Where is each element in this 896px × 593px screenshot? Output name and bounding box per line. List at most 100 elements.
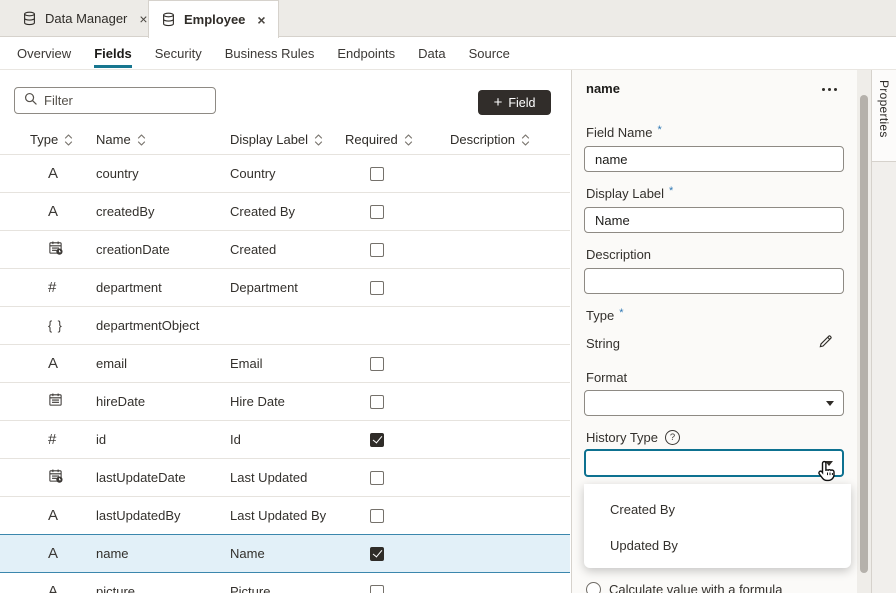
required-checkbox[interactable] xyxy=(370,205,384,219)
string-type-icon: A xyxy=(48,203,58,221)
calculate-formula-option[interactable]: Calculate value with a formula xyxy=(586,582,782,593)
nav-tab-business-rules[interactable]: Business Rules xyxy=(225,38,315,69)
sort-icon[interactable] xyxy=(64,134,73,146)
table-row[interactable]: A country Country xyxy=(0,154,570,192)
radio-icon[interactable] xyxy=(586,582,601,593)
display-label-cell: Hire Date xyxy=(230,394,345,409)
nav-tab-source[interactable]: Source xyxy=(469,38,510,69)
display-label-cell: Created By xyxy=(230,204,345,219)
window-tab-bar: Data Manager × Employee × xyxy=(0,0,896,37)
type-value: String xyxy=(586,336,620,351)
type-label: Type* xyxy=(586,308,623,323)
table-row[interactable]: creationDate Created xyxy=(0,230,570,268)
sort-icon[interactable] xyxy=(521,134,530,146)
history-type-label: History Type? xyxy=(586,430,680,445)
table-row[interactable]: hireDate Hire Date xyxy=(0,382,570,420)
table-row[interactable]: A name Name xyxy=(0,534,570,572)
database-icon xyxy=(22,11,37,26)
nav-tab-fields[interactable]: Fields xyxy=(94,38,132,69)
display-label-input[interactable] xyxy=(584,207,844,233)
table-row[interactable]: A picture Picture xyxy=(0,572,570,593)
database-icon xyxy=(161,12,176,27)
field-name-cell: country xyxy=(96,166,230,181)
history-type-dropdown: Created ByUpdated By xyxy=(584,484,851,568)
close-icon[interactable]: × xyxy=(139,12,147,26)
required-checkbox[interactable] xyxy=(370,243,384,257)
scrollbar-track[interactable] xyxy=(857,70,871,593)
help-icon[interactable]: ? xyxy=(665,430,680,445)
column-header-required: Required xyxy=(345,132,398,147)
required-checkbox[interactable] xyxy=(370,433,384,447)
date-type-icon xyxy=(48,392,63,412)
add-field-button[interactable]: + Field xyxy=(478,90,551,115)
field-name-cell: departmentObject xyxy=(96,318,230,333)
fields-panel: + Field Type Name Display Label Required… xyxy=(0,70,570,593)
table-row[interactable]: { } departmentObject xyxy=(0,306,570,344)
field-name-cell: hireDate xyxy=(96,394,230,409)
properties-strip-label: Properties xyxy=(877,80,891,161)
field-name-input[interactable] xyxy=(584,146,844,172)
display-label-label: Display Label* xyxy=(586,186,673,201)
sort-icon[interactable] xyxy=(137,134,146,146)
tab-data-manager[interactable]: Data Manager × xyxy=(10,0,160,37)
required-checkbox[interactable] xyxy=(370,357,384,371)
app-window: Data Manager × Employee × Overview Fields… xyxy=(0,0,896,593)
required-checkbox[interactable] xyxy=(370,509,384,523)
close-icon[interactable]: × xyxy=(257,13,265,27)
string-type-icon: A xyxy=(48,507,58,525)
string-type-icon: A xyxy=(48,165,58,183)
required-checkbox[interactable] xyxy=(370,585,384,593)
nav-tab-overview[interactable]: Overview xyxy=(17,38,71,69)
required-checkbox[interactable] xyxy=(370,471,384,485)
nav-tab-security[interactable]: Security xyxy=(155,38,202,69)
string-type-icon: A xyxy=(48,583,58,593)
required-checkbox[interactable] xyxy=(370,167,384,181)
required-asterisk: * xyxy=(619,307,623,319)
column-header-display-label: Display Label xyxy=(230,132,308,147)
history-type-select[interactable] xyxy=(584,449,844,477)
display-label-cell: Created xyxy=(230,242,345,257)
description-input[interactable] xyxy=(584,268,844,294)
column-header-type: Type xyxy=(30,132,58,147)
scrollbar-thumb[interactable] xyxy=(860,95,868,573)
sort-icon[interactable] xyxy=(404,134,413,146)
nav-tab-data[interactable]: Data xyxy=(418,38,445,69)
dropdown-option-created-by[interactable]: Created By xyxy=(584,491,851,527)
tab-employee[interactable]: Employee × xyxy=(148,0,279,38)
dropdown-option-updated-by[interactable]: Updated By xyxy=(584,527,851,563)
field-name-cell: creationDate xyxy=(96,242,230,257)
filter-input[interactable] xyxy=(44,93,215,108)
tab-label: Employee xyxy=(184,12,245,27)
datetime-type-icon xyxy=(48,468,63,488)
properties-title: name xyxy=(586,81,620,96)
table-row[interactable]: A createdBy Created By xyxy=(0,192,570,230)
table-row[interactable]: A email Email xyxy=(0,344,570,382)
required-checkbox[interactable] xyxy=(370,547,384,561)
nav-tab-endpoints[interactable]: Endpoints xyxy=(337,38,395,69)
required-checkbox[interactable] xyxy=(370,395,384,409)
overflow-menu-icon[interactable] xyxy=(822,88,837,91)
required-checkbox[interactable] xyxy=(370,281,384,295)
tab-label: Data Manager xyxy=(45,11,127,26)
filter-field[interactable] xyxy=(14,87,216,114)
edit-pencil-icon[interactable] xyxy=(818,334,833,354)
field-name-cell: lastUpdatedBy xyxy=(96,508,230,523)
table-row[interactable]: # id Id xyxy=(0,420,570,458)
field-name-cell: createdBy xyxy=(96,204,230,219)
format-select[interactable] xyxy=(584,390,844,416)
string-type-icon: A xyxy=(48,545,58,563)
field-name-cell: lastUpdateDate xyxy=(96,470,230,485)
sort-icon[interactable] xyxy=(314,134,323,146)
column-header-description: Description xyxy=(450,132,515,147)
display-label-cell: Last Updated By xyxy=(230,508,345,523)
table-row[interactable]: # department Department xyxy=(0,268,570,306)
table-row[interactable]: lastUpdateDate Last Updated xyxy=(0,458,570,496)
required-asterisk: * xyxy=(657,124,661,136)
table-row[interactable]: A lastUpdatedBy Last Updated By xyxy=(0,496,570,534)
format-label: Format xyxy=(586,370,627,385)
field-name-cell: picture xyxy=(96,584,230,593)
table-header: Type Name Display Label Required Descrip… xyxy=(0,125,570,154)
properties-strip-tab[interactable]: Properties xyxy=(871,70,896,162)
display-label-cell: Picture xyxy=(230,584,345,593)
chevron-down-icon xyxy=(826,401,834,406)
